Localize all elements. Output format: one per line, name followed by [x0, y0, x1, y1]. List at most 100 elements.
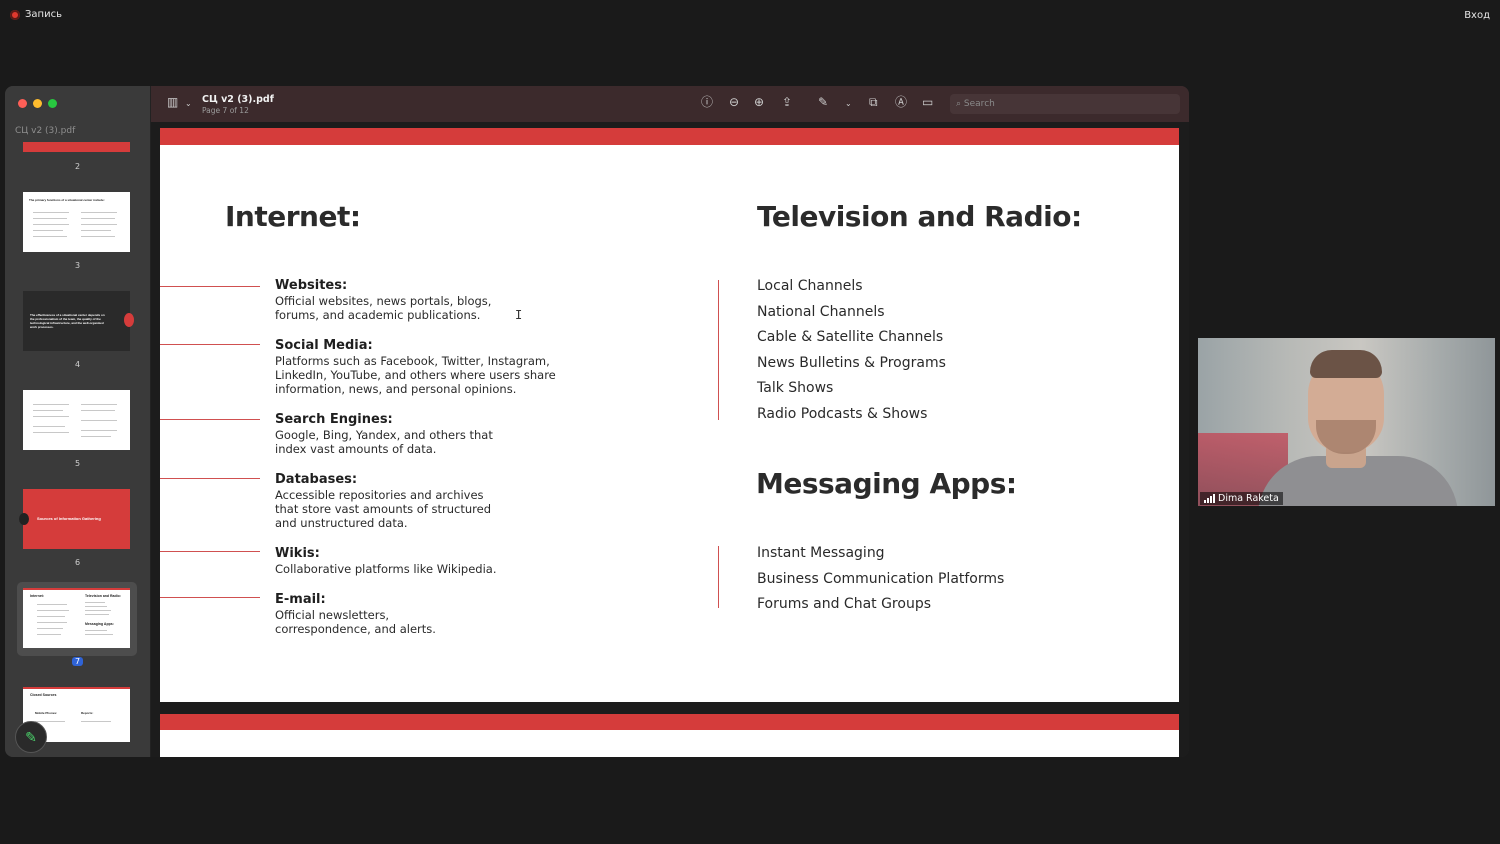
thumbnail-page-number: 4	[74, 360, 81, 369]
list-item: Cable & Satellite Channels	[757, 329, 944, 345]
item-title: Social Media:	[275, 338, 373, 353]
thumbnail-heading: Messaging Apps:	[85, 622, 114, 626]
recording-indicator: Запись	[10, 9, 62, 20]
item-description: Official websites, news portals, blogs, …	[275, 294, 492, 322]
item-description: Collaborative platforms like Wikipedia.	[275, 562, 497, 576]
list-item: Radio Podcasts & Shows	[757, 405, 928, 422]
signal-strength-icon	[1204, 494, 1215, 503]
divider-line	[160, 597, 260, 598]
internet-item: E-mail: Official newsletters, correspond…	[275, 592, 595, 636]
slide-page: Internet: Television and Radio: Messagin…	[160, 128, 1179, 702]
internet-item: Search Engines: Google, Bing, Yandex, an…	[275, 412, 595, 456]
vertical-divider	[718, 280, 719, 420]
slide-top-bar	[160, 714, 1179, 730]
window-controls	[18, 99, 57, 108]
item-title: Websites:	[275, 278, 348, 293]
item-description: Google, Bing, Yandex, and others that in…	[275, 428, 493, 456]
thumbnail-page-number: 5	[74, 459, 81, 468]
internet-heading: Internet:	[225, 200, 361, 233]
fullscreen-window-button[interactable]	[48, 99, 57, 108]
thumbnail-sidebar: СЦ v2 (3).pdf 2 The primary functions of…	[5, 86, 151, 757]
item-description: Accessible repositories and archives tha…	[275, 488, 492, 530]
thumbnail-page[interactable]: The primary functions of a situational c…	[23, 192, 130, 252]
divider-line	[160, 551, 260, 552]
internet-item: Wikis: Collaborative platforms like Wiki…	[275, 546, 595, 576]
zoom-out-icon[interactable]: ⊖	[729, 95, 739, 109]
pencil-icon: ✎	[25, 728, 37, 745]
minimize-window-button[interactable]	[33, 99, 42, 108]
viewer-toolbar: ▥ ⌄ СЦ v2 (3).pdf Page 7 of 12 ⓘ ⊖ ⊕ ⇪ ✎…	[151, 86, 1189, 122]
list-item: National Channels	[757, 303, 885, 320]
divider-line	[160, 286, 260, 287]
thumbnail-heading: Sources of Information Gathering	[37, 516, 101, 521]
thumbnail-page[interactable]	[23, 390, 130, 450]
item-description: Platforms such as Facebook, Twitter, Ins…	[275, 354, 556, 396]
list-item: Local Channels	[757, 278, 863, 294]
internet-item: Databases: Accessible repositories and a…	[275, 472, 595, 530]
search-placeholder: Search	[963, 99, 995, 109]
thumbnail-subheading: Reports:	[81, 711, 94, 715]
internet-item: Social Media: Platforms such as Facebook…	[275, 338, 595, 396]
thumbnail-page[interactable]: The effectiveness of a situational cente…	[23, 291, 134, 351]
thumbnail-page-selected[interactable]: Internet: Television and Radio: Messagin…	[23, 588, 130, 648]
share-icon[interactable]: ⇪	[782, 95, 792, 109]
login-button[interactable]: Вход	[1464, 10, 1490, 21]
list-item: Talk Shows	[757, 380, 834, 396]
text-cursor-icon: I	[515, 308, 523, 322]
item-title: Search Engines:	[275, 412, 393, 427]
list-item: Business Communication Platforms	[757, 570, 1005, 587]
chevron-down-icon[interactable]: ⌄	[845, 97, 852, 111]
chevron-down-icon[interactable]: ⌄	[185, 97, 192, 111]
pdf-viewer-window: СЦ v2 (3).pdf 2 The primary functions of…	[5, 86, 1189, 757]
thumbnail-page-number: 3	[74, 261, 81, 270]
rotate-icon[interactable]: ⧉	[869, 95, 878, 109]
messaging-apps-heading: Messaging Apps:	[756, 467, 1017, 500]
thumbnail-heading: Internet:	[30, 594, 44, 598]
item-title: Databases:	[275, 472, 358, 487]
search-icon: ⌕	[956, 99, 962, 109]
recording-label: Запись	[25, 9, 62, 20]
tv-radio-heading: Television and Radio:	[757, 200, 1082, 233]
tv-radio-list: Local Channels National Channels Cable &…	[757, 278, 946, 431]
list-item: Instant Messaging	[757, 545, 885, 561]
vertical-divider	[718, 546, 719, 608]
markup-icon[interactable]: Ⓐ	[895, 95, 907, 109]
thumbnail-heading: Television and Radio:	[85, 594, 121, 598]
item-title: Wikis:	[275, 546, 320, 561]
sign-icon[interactable]: ▭	[922, 95, 933, 109]
divider-line	[160, 419, 260, 420]
participant-name: Dima Raketa	[1218, 493, 1279, 504]
participant-name-tag: Dima Raketa	[1200, 492, 1283, 505]
thumbnail-subheading: Mobile Phones:	[35, 711, 58, 715]
thumbnail-heading: The effectiveness of a situational cente…	[30, 313, 105, 329]
item-title: E-mail:	[275, 592, 326, 607]
zoom-in-icon[interactable]: ⊕	[754, 95, 764, 109]
close-window-button[interactable]	[18, 99, 27, 108]
thumbnail-page-number: 6	[74, 558, 81, 567]
list-item: News Bulletins & Programs	[757, 354, 946, 371]
next-slide-page	[160, 714, 1179, 757]
item-description: Official newsletters, correspondence, an…	[275, 608, 436, 636]
thumbnail-page[interactable]	[23, 142, 130, 152]
thumbnail-page-number: 2	[74, 162, 81, 171]
highlight-pen-icon[interactable]: ✎	[818, 95, 828, 109]
document-canvas[interactable]: Internet: Television and Radio: Messagin…	[151, 122, 1189, 757]
thumbnail-page-number: 7	[5, 657, 150, 666]
info-icon[interactable]: ⓘ	[701, 95, 713, 109]
slide-top-bar	[160, 128, 1179, 145]
search-input[interactable]: ⌕ Search	[950, 94, 1180, 114]
divider-line	[160, 478, 260, 479]
divider-line	[160, 344, 260, 345]
thumbnail-list[interactable]: 2 The primary functions of a situational…	[5, 142, 150, 742]
thumbnail-heading: Closed Sources	[30, 693, 57, 697]
sidebar-file-title: СЦ v2 (3).pdf	[15, 126, 76, 136]
thumbnail-page[interactable]: Sources of Information Gathering	[19, 489, 130, 549]
list-item: Forums and Chat Groups	[757, 596, 932, 612]
messaging-apps-list: Instant Messaging Business Communication…	[757, 545, 1004, 622]
thumbnail-heading: The primary functions of a situational c…	[29, 198, 105, 202]
participant-video-tile[interactable]: Dima Raketa	[1198, 338, 1495, 506]
annotate-pen-button[interactable]: ✎	[15, 721, 47, 753]
sidebar-toggle-icon[interactable]: ▥	[167, 95, 178, 109]
document-title: СЦ v2 (3).pdf	[202, 94, 274, 105]
page-status: Page 7 of 12	[202, 106, 249, 115]
